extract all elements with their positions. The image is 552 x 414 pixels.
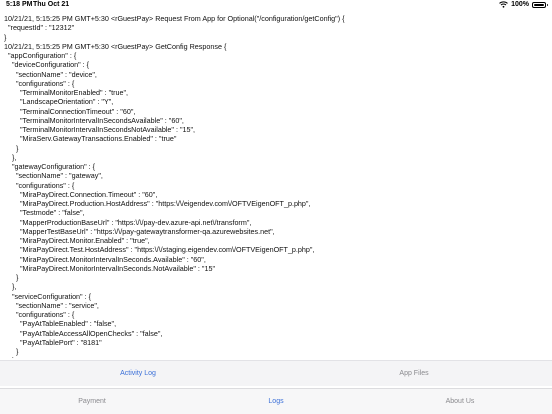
status-bar: 5:18 PM Thu Oct 21 100% bbox=[0, 0, 552, 12]
tab-payment[interactable]: Payment bbox=[0, 389, 184, 414]
status-date: Thu Oct 21 bbox=[33, 1, 70, 8]
status-time: 5:18 PM bbox=[6, 1, 33, 8]
tab-label: About Us bbox=[445, 398, 475, 405]
segment-activity-log[interactable]: Activity Log bbox=[0, 361, 276, 386]
log-line: "requestId" : "12312" bbox=[4, 23, 75, 33]
tab-bar: Payment Logs About Us bbox=[0, 388, 552, 414]
tab-label: Payment bbox=[78, 398, 106, 405]
battery-icon bbox=[532, 1, 548, 8]
tab-about-us[interactable]: About Us bbox=[368, 389, 552, 414]
status-right: 100% bbox=[499, 1, 548, 8]
activity-log-text[interactable]: 10/21/21, 5:15:25 PM GMT+5:30 <rGuestPay… bbox=[0, 12, 552, 358]
segment-label: App Files bbox=[399, 370, 429, 377]
segment-app-files[interactable]: App Files bbox=[276, 361, 552, 386]
segment-label: Activity Log bbox=[120, 370, 156, 377]
log-line: "PayAtTablePort" : "8181" bbox=[4, 337, 102, 347]
log-line: "MiraServ.GatewayTransactions.Enabled" :… bbox=[4, 134, 177, 144]
segment-control: Activity Log App Files bbox=[0, 360, 552, 386]
battery-percent: 100% bbox=[511, 1, 529, 8]
tab-label: Logs bbox=[268, 398, 284, 405]
tab-logs[interactable]: Logs bbox=[184, 389, 368, 414]
wifi-icon bbox=[499, 1, 508, 8]
log-line: "MiraPayDirect.MonitorIntervalInSeconds.… bbox=[4, 263, 216, 273]
log-line: } bbox=[4, 356, 14, 358]
